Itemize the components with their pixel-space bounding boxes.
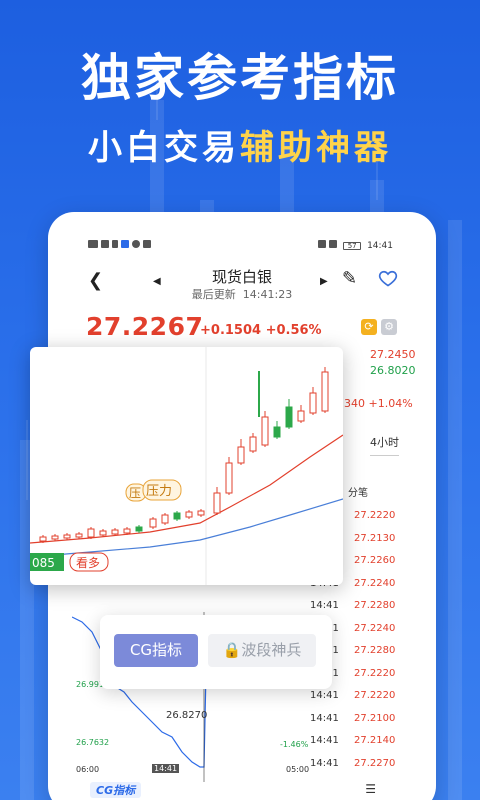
trade-price: 27.2130 <box>354 532 396 544</box>
trades-header[interactable]: 分笔 <box>348 484 368 499</box>
status-bar: 57 14:41 <box>88 238 396 252</box>
price-badge-text: 085 <box>32 556 55 570</box>
trade-price: 27.2280 <box>354 600 396 611</box>
pressure-badge-2: 压力 <box>142 479 182 501</box>
trade-price: 27.2220 <box>354 667 396 679</box>
trade-row: 14:41 27.2220 <box>310 690 420 713</box>
edit-icon[interactable]: ✎ <box>342 268 357 289</box>
indicator-switcher: CG指标 🔒波段神兵 <box>100 615 332 689</box>
cg-indicator-tab[interactable]: CG指标 <box>90 782 142 798</box>
status-icons-right: 57 14:41 <box>318 239 396 251</box>
bullish-badge: 085 看多 <box>30 552 109 572</box>
candle-body <box>173 512 181 520</box>
hero-title: 独家参考指标 <box>81 49 399 107</box>
hero-subtitle-white: 小白交易 <box>88 128 240 168</box>
trade-time: 14:41 <box>310 690 339 701</box>
candle-body <box>161 514 169 524</box>
low-price: 26.8020 <box>370 364 416 377</box>
candle-body <box>213 492 221 514</box>
candle-body <box>39 536 47 542</box>
candle-body <box>197 510 205 516</box>
trade-time: 14:41 <box>310 712 339 724</box>
candle-body <box>99 530 107 536</box>
mini-label-low: 26.7632 <box>76 738 110 747</box>
bottom-indicator-bar: CG指标 ☰ <box>72 780 412 800</box>
candle-body <box>87 528 95 538</box>
pressure-label-2: 压力 <box>146 484 172 499</box>
battery-icon: 57 <box>343 241 362 250</box>
trade-row: 14:41 27.2140 <box>310 735 420 758</box>
candle-body <box>261 416 269 446</box>
candle-body <box>321 371 329 412</box>
candle-body <box>51 535 59 540</box>
mini-label-mid: 26.8270 <box>166 710 208 721</box>
trade-row: 14:41 27.2270 <box>310 758 420 781</box>
candle-body <box>249 436 257 452</box>
trade-price: 27.2260 <box>354 555 396 566</box>
candle-body <box>63 534 71 539</box>
pressure-label-1: 压 <box>129 486 141 500</box>
candle-body <box>149 518 157 528</box>
trade-time: 14:41 <box>310 757 339 769</box>
range-change: 340 +1.04% <box>344 397 413 410</box>
trade-price: 27.2140 <box>354 735 396 746</box>
trade-price: 27.2220 <box>354 690 396 701</box>
updated-time: 14:41:23 <box>242 288 293 301</box>
trade-price: 27.2100 <box>354 712 396 724</box>
nav-bar: ❮ ◀ 现货白银 最后更新 14:41:23 ▶ ✎ <box>48 264 436 304</box>
candle-spike <box>258 371 260 417</box>
trade-price: 27.2280 <box>354 645 396 656</box>
mini-label-pct: -1.46% <box>280 740 309 749</box>
hero-subtitle-yellow: 辅助神器 <box>240 128 392 168</box>
candle-body <box>111 529 119 535</box>
favorite-heart-icon[interactable] <box>378 268 398 288</box>
candle-body <box>185 511 193 518</box>
price-change: +0.1504 +0.56% <box>200 323 322 338</box>
bullish-label: 看多 <box>76 556 100 570</box>
trade-price: 27.2270 <box>354 757 396 769</box>
current-price: 27.2267 <box>86 312 204 341</box>
candle-body <box>135 526 143 532</box>
candlestick-chart: 压 压力 085 看多 <box>30 347 343 585</box>
hero-subtitle: 小白交易辅助神器 <box>0 120 480 169</box>
x-label-start: 06:00 <box>76 765 100 774</box>
change-value: +0.1504 <box>200 323 262 338</box>
refresh-icon[interactable]: ⟳ <box>361 319 377 335</box>
trade-row: 14:41 27.2100 <box>310 713 420 736</box>
candle-body <box>273 426 281 438</box>
trade-price: 27.2240 <box>354 577 396 589</box>
status-time: 14:41 <box>367 240 393 251</box>
candlestick-popup: 压 压力 085 看多 <box>30 347 343 585</box>
high-price: 27.2450 <box>370 348 416 361</box>
last-updated: 最后更新 14:41:23 <box>48 286 436 302</box>
change-percent: +0.56% <box>265 323 322 338</box>
lock-icon: 🔒 <box>222 641 242 659</box>
ma-blue-line <box>30 498 343 558</box>
candle-body <box>285 406 293 428</box>
status-icons-left <box>88 239 154 251</box>
trade-price: 27.2220 <box>354 510 396 521</box>
trade-time: 14:41 <box>310 735 339 746</box>
candle-body <box>75 533 83 538</box>
menu-icon[interactable]: ☰ <box>365 782 376 796</box>
next-symbol-icon[interactable]: ▶ <box>320 276 328 287</box>
tab-period-4h[interactable]: 4小时 <box>370 434 399 456</box>
ma-red-line <box>30 434 343 544</box>
candle-body <box>309 392 317 414</box>
cg-indicator-button[interactable]: CG指标 <box>114 634 198 667</box>
candle-body <box>225 462 233 494</box>
settings-icon[interactable]: ⚙ <box>381 319 397 335</box>
x-label-end: 05:00 <box>286 765 310 774</box>
wave-indicator-label: 波段神兵 <box>241 641 302 659</box>
candle-body <box>297 410 305 422</box>
trade-price: 27.2240 <box>354 622 396 634</box>
wave-indicator-button[interactable]: 🔒波段神兵 <box>208 634 316 667</box>
candle-body <box>237 446 245 464</box>
candle-body <box>123 528 131 534</box>
x-label-cursor: 14:41 <box>152 764 180 773</box>
updated-label: 最后更新 <box>191 288 236 301</box>
